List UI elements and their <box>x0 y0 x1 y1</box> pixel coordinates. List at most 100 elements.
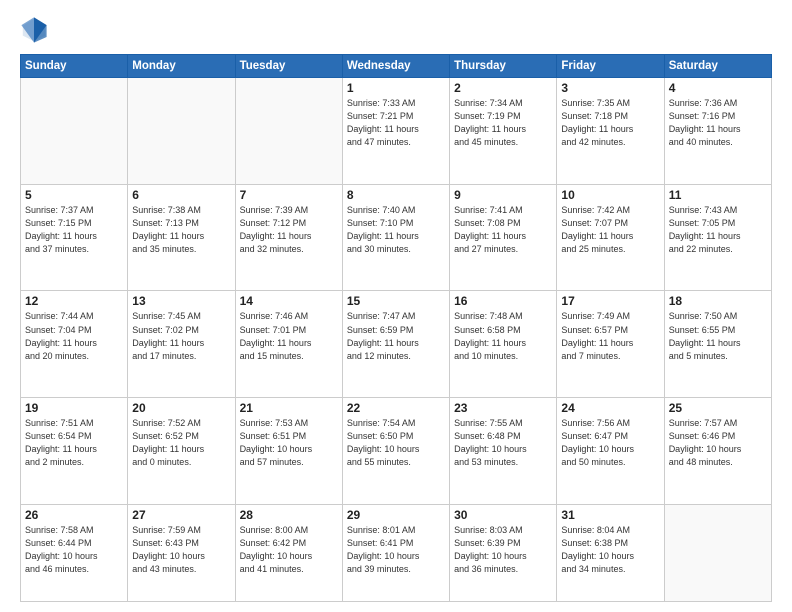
day-number-14: 14 <box>240 294 338 308</box>
day-number-1: 1 <box>347 81 445 95</box>
day-number-9: 9 <box>454 188 552 202</box>
day-info-12: Sunrise: 7:44 AM Sunset: 7:04 PM Dayligh… <box>25 310 123 362</box>
day-cell-25: 25 Sunrise: 7:57 AM Sunset: 6:46 PM Dayli… <box>664 398 771 505</box>
day-number-29: 29 <box>347 508 445 522</box>
day-info-7: Sunrise: 7:39 AM Sunset: 7:12 PM Dayligh… <box>240 204 338 256</box>
week-row-3: 12 Sunrise: 7:44 AM Sunset: 7:04 PM Dayli… <box>21 291 772 398</box>
page: SundayMondayTuesdayWednesdayThursdayFrid… <box>0 0 792 612</box>
day-number-23: 23 <box>454 401 552 415</box>
day-info-2: Sunrise: 7:34 AM Sunset: 7:19 PM Dayligh… <box>454 97 552 149</box>
day-info-31: Sunrise: 8:04 AM Sunset: 6:38 PM Dayligh… <box>561 524 659 576</box>
day-number-19: 19 <box>25 401 123 415</box>
day-info-21: Sunrise: 7:53 AM Sunset: 6:51 PM Dayligh… <box>240 417 338 469</box>
day-number-2: 2 <box>454 81 552 95</box>
day-cell-21: 21 Sunrise: 7:53 AM Sunset: 6:51 PM Dayli… <box>235 398 342 505</box>
weekday-header-tuesday: Tuesday <box>235 55 342 78</box>
day-info-11: Sunrise: 7:43 AM Sunset: 7:05 PM Dayligh… <box>669 204 767 256</box>
weekday-header-saturday: Saturday <box>664 55 771 78</box>
weekday-header-thursday: Thursday <box>450 55 557 78</box>
day-info-22: Sunrise: 7:54 AM Sunset: 6:50 PM Dayligh… <box>347 417 445 469</box>
day-cell-4: 4 Sunrise: 7:36 AM Sunset: 7:16 PM Daylig… <box>664 78 771 185</box>
day-number-26: 26 <box>25 508 123 522</box>
day-number-20: 20 <box>132 401 230 415</box>
day-cell-30: 30Sunrise: 8:03 AM Sunset: 6:39 PM Dayli… <box>450 504 557 601</box>
day-number-3: 3 <box>561 81 659 95</box>
day-number-17: 17 <box>561 294 659 308</box>
day-info-15: Sunrise: 7:47 AM Sunset: 6:59 PM Dayligh… <box>347 310 445 362</box>
weekday-header-monday: Monday <box>128 55 235 78</box>
week-row-2: 5 Sunrise: 7:37 AM Sunset: 7:15 PM Daylig… <box>21 184 772 291</box>
day-info-29: Sunrise: 8:01 AM Sunset: 6:41 PM Dayligh… <box>347 524 445 576</box>
empty-cell <box>235 78 342 185</box>
day-info-13: Sunrise: 7:45 AM Sunset: 7:02 PM Dayligh… <box>132 310 230 362</box>
day-cell-6: 6Sunrise: 7:38 AM Sunset: 7:13 PM Daylig… <box>128 184 235 291</box>
day-number-16: 16 <box>454 294 552 308</box>
day-cell-7: 7 Sunrise: 7:39 AM Sunset: 7:12 PM Daylig… <box>235 184 342 291</box>
day-cell-20: 20Sunrise: 7:52 AM Sunset: 6:52 PM Dayli… <box>128 398 235 505</box>
day-cell-26: 26 Sunrise: 7:58 AM Sunset: 6:44 PM Dayli… <box>21 504 128 601</box>
day-number-5: 5 <box>25 188 123 202</box>
day-number-15: 15 <box>347 294 445 308</box>
week-row-4: 19 Sunrise: 7:51 AM Sunset: 6:54 PM Dayli… <box>21 398 772 505</box>
day-cell-5: 5 Sunrise: 7:37 AM Sunset: 7:15 PM Daylig… <box>21 184 128 291</box>
day-info-17: Sunrise: 7:49 AM Sunset: 6:57 PM Dayligh… <box>561 310 659 362</box>
day-number-7: 7 <box>240 188 338 202</box>
day-info-4: Sunrise: 7:36 AM Sunset: 7:16 PM Dayligh… <box>669 97 767 149</box>
day-cell-10: 10 Sunrise: 7:42 AM Sunset: 7:07 PM Dayli… <box>557 184 664 291</box>
day-info-24: Sunrise: 7:56 AM Sunset: 6:47 PM Dayligh… <box>561 417 659 469</box>
day-info-28: Sunrise: 8:00 AM Sunset: 6:42 PM Dayligh… <box>240 524 338 576</box>
empty-cell <box>664 504 771 601</box>
weekday-header-friday: Friday <box>557 55 664 78</box>
weekday-header-row: SundayMondayTuesdayWednesdayThursdayFrid… <box>21 55 772 78</box>
header <box>20 16 772 44</box>
day-info-9: Sunrise: 7:41 AM Sunset: 7:08 PM Dayligh… <box>454 204 552 256</box>
day-number-21: 21 <box>240 401 338 415</box>
day-number-28: 28 <box>240 508 338 522</box>
day-cell-8: 8Sunrise: 7:40 AM Sunset: 7:10 PM Daylig… <box>342 184 449 291</box>
day-cell-29: 29 Sunrise: 8:01 AM Sunset: 6:41 PM Dayli… <box>342 504 449 601</box>
empty-cell <box>128 78 235 185</box>
day-cell-14: 14 Sunrise: 7:46 AM Sunset: 7:01 PM Dayli… <box>235 291 342 398</box>
day-info-25: Sunrise: 7:57 AM Sunset: 6:46 PM Dayligh… <box>669 417 767 469</box>
day-number-12: 12 <box>25 294 123 308</box>
day-info-5: Sunrise: 7:37 AM Sunset: 7:15 PM Dayligh… <box>25 204 123 256</box>
day-cell-31: 31 Sunrise: 8:04 AM Sunset: 6:38 PM Dayli… <box>557 504 664 601</box>
day-number-30: 30 <box>454 508 552 522</box>
day-cell-13: 13Sunrise: 7:45 AM Sunset: 7:02 PM Dayli… <box>128 291 235 398</box>
day-cell-27: 27 Sunrise: 7:59 AM Sunset: 6:43 PM Dayli… <box>128 504 235 601</box>
day-cell-17: 17 Sunrise: 7:49 AM Sunset: 6:57 PM Dayli… <box>557 291 664 398</box>
day-info-23: Sunrise: 7:55 AM Sunset: 6:48 PM Dayligh… <box>454 417 552 469</box>
logo <box>20 16 52 44</box>
day-number-4: 4 <box>669 81 767 95</box>
day-info-26: Sunrise: 7:58 AM Sunset: 6:44 PM Dayligh… <box>25 524 123 576</box>
day-number-25: 25 <box>669 401 767 415</box>
day-cell-16: 16Sunrise: 7:48 AM Sunset: 6:58 PM Dayli… <box>450 291 557 398</box>
day-cell-28: 28 Sunrise: 8:00 AM Sunset: 6:42 PM Dayli… <box>235 504 342 601</box>
day-info-10: Sunrise: 7:42 AM Sunset: 7:07 PM Dayligh… <box>561 204 659 256</box>
day-number-24: 24 <box>561 401 659 415</box>
day-info-6: Sunrise: 7:38 AM Sunset: 7:13 PM Dayligh… <box>132 204 230 256</box>
day-number-11: 11 <box>669 188 767 202</box>
day-number-31: 31 <box>561 508 659 522</box>
day-cell-12: 12 Sunrise: 7:44 AM Sunset: 7:04 PM Dayli… <box>21 291 128 398</box>
day-cell-15: 15 Sunrise: 7:47 AM Sunset: 6:59 PM Dayli… <box>342 291 449 398</box>
day-number-27: 27 <box>132 508 230 522</box>
day-cell-23: 23 Sunrise: 7:55 AM Sunset: 6:48 PM Dayli… <box>450 398 557 505</box>
day-cell-24: 24 Sunrise: 7:56 AM Sunset: 6:47 PM Dayli… <box>557 398 664 505</box>
calendar: SundayMondayTuesdayWednesdayThursdayFrid… <box>20 54 772 602</box>
day-info-18: Sunrise: 7:50 AM Sunset: 6:55 PM Dayligh… <box>669 310 767 362</box>
day-info-19: Sunrise: 7:51 AM Sunset: 6:54 PM Dayligh… <box>25 417 123 469</box>
day-cell-18: 18Sunrise: 7:50 AM Sunset: 6:55 PM Dayli… <box>664 291 771 398</box>
day-number-10: 10 <box>561 188 659 202</box>
day-cell-22: 22Sunrise: 7:54 AM Sunset: 6:50 PM Dayli… <box>342 398 449 505</box>
day-cell-19: 19 Sunrise: 7:51 AM Sunset: 6:54 PM Dayli… <box>21 398 128 505</box>
day-info-14: Sunrise: 7:46 AM Sunset: 7:01 PM Dayligh… <box>240 310 338 362</box>
day-cell-3: 3Sunrise: 7:35 AM Sunset: 7:18 PM Daylig… <box>557 78 664 185</box>
day-cell-1: 1Sunrise: 7:33 AM Sunset: 7:21 PM Daylig… <box>342 78 449 185</box>
week-row-1: 1Sunrise: 7:33 AM Sunset: 7:21 PM Daylig… <box>21 78 772 185</box>
day-cell-9: 9 Sunrise: 7:41 AM Sunset: 7:08 PM Daylig… <box>450 184 557 291</box>
empty-cell <box>21 78 128 185</box>
day-info-27: Sunrise: 7:59 AM Sunset: 6:43 PM Dayligh… <box>132 524 230 576</box>
day-cell-11: 11 Sunrise: 7:43 AM Sunset: 7:05 PM Dayli… <box>664 184 771 291</box>
day-cell-2: 2 Sunrise: 7:34 AM Sunset: 7:19 PM Daylig… <box>450 78 557 185</box>
